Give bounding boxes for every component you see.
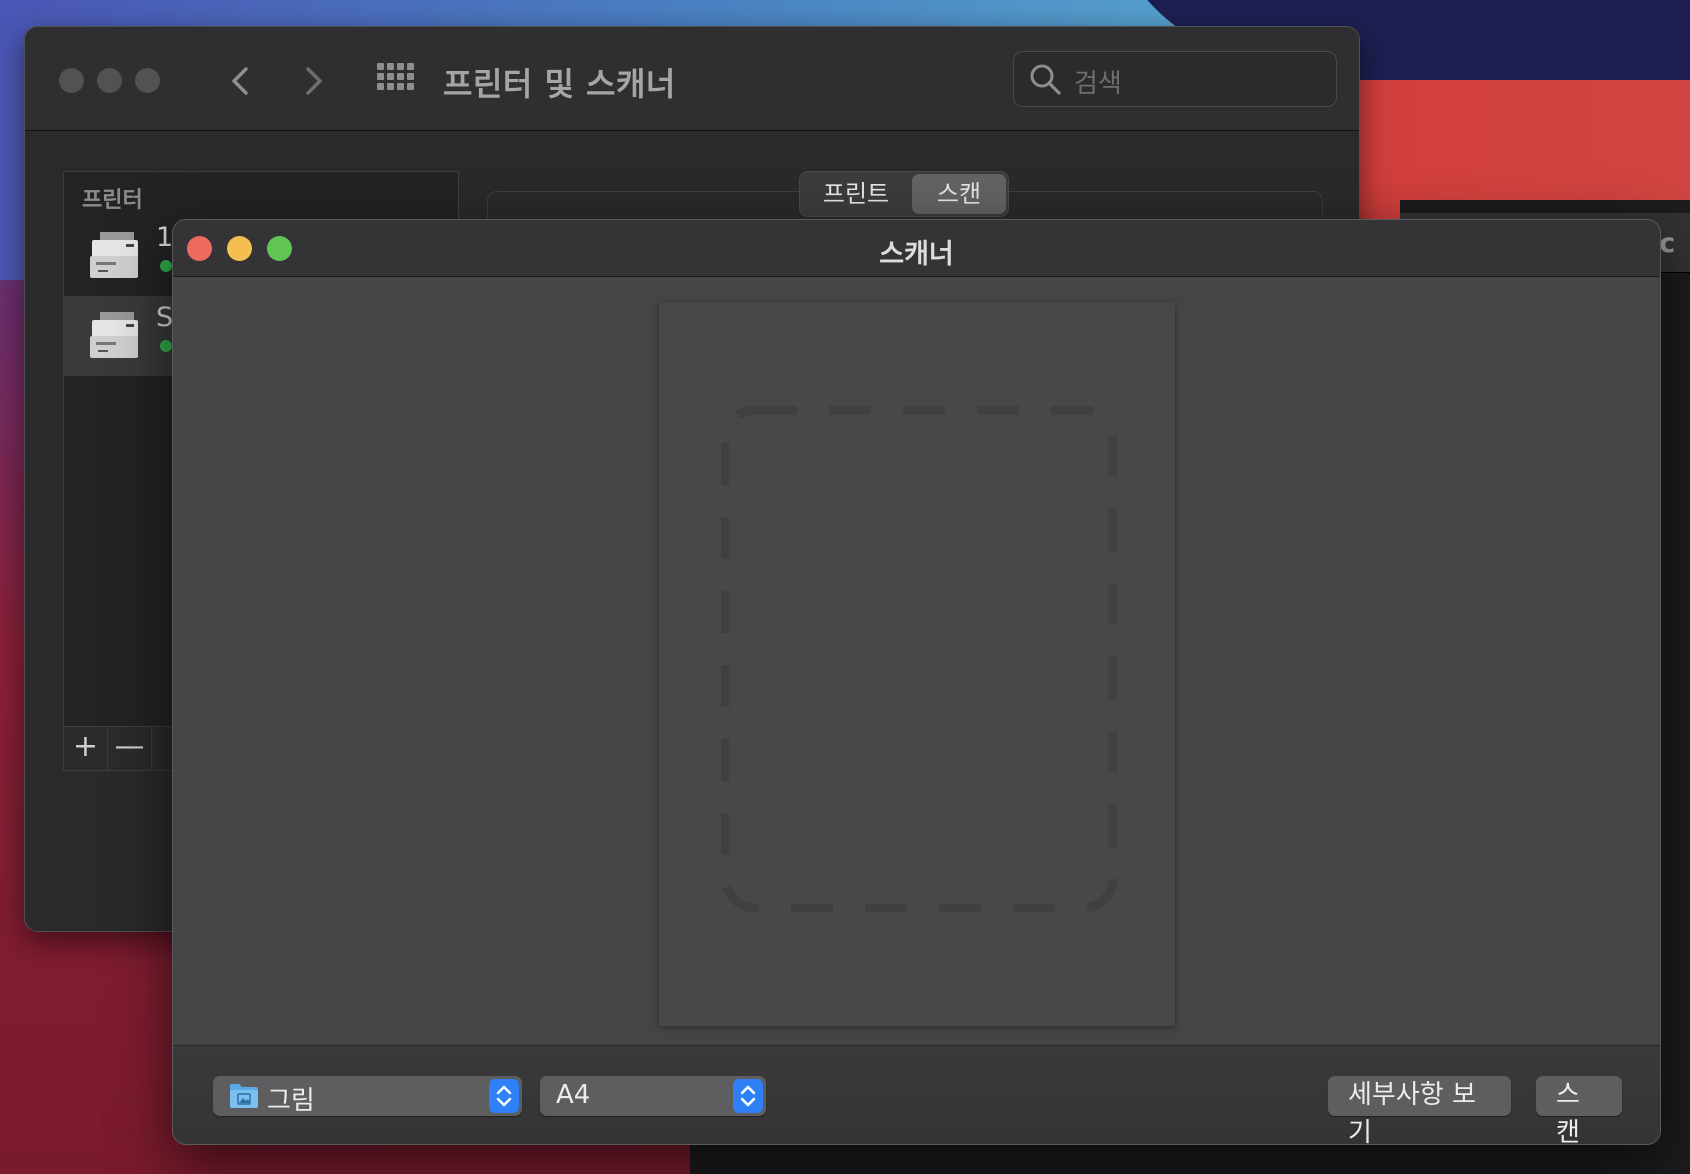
search-icon xyxy=(1028,62,1062,96)
chevron-right-icon[interactable] xyxy=(293,61,333,101)
printer-name: S xyxy=(156,302,174,333)
print-scan-tabs: 프린트 스캔 xyxy=(799,171,1009,217)
show-details-button[interactable]: 세부사항 보기 xyxy=(1328,1076,1511,1144)
scan-preview-area[interactable] xyxy=(659,302,1175,1026)
tab-print[interactable]: 프린트 xyxy=(804,174,908,214)
scanner-window-title: 스캐너 xyxy=(879,239,954,270)
scanner-window: 스캐너 그림 A4 세부사항 보기 스캔 xyxy=(172,219,1661,1145)
scanner-titlebar: 스캐너 xyxy=(173,220,1660,277)
printer-list-header: 프린터 xyxy=(82,188,143,213)
tab-scan[interactable]: 스캔 xyxy=(912,174,1006,214)
folder-icon xyxy=(229,1082,259,1109)
chevron-left-icon[interactable] xyxy=(221,61,261,101)
window-title: 프린터 및 스캐너 xyxy=(443,65,676,103)
scan-button[interactable]: 스캔 xyxy=(1536,1076,1622,1144)
remove-printer-button[interactable]: — xyxy=(108,727,152,770)
search-input[interactable]: 검색 xyxy=(1013,51,1337,107)
close-button-inactive[interactable] xyxy=(59,68,84,93)
printer-status-indicator xyxy=(160,340,172,352)
scanner-bottom-toolbar: 그림 A4 세부사항 보기 스캔 xyxy=(173,1045,1660,1144)
printer-status-indicator xyxy=(160,260,172,272)
zoom-button-inactive[interactable] xyxy=(135,68,160,93)
destination-popup[interactable]: 그림 xyxy=(213,1076,522,1116)
chevron-up-down-icon xyxy=(489,1079,519,1113)
printer-icon xyxy=(86,310,142,360)
minimize-button-inactive[interactable] xyxy=(97,68,122,93)
add-printer-button[interactable]: + xyxy=(64,727,108,770)
search-placeholder: 검색 xyxy=(1074,69,1122,99)
scan-placeholder-frame xyxy=(721,406,1117,912)
paper-size-popup[interactable]: A4 xyxy=(540,1076,766,1116)
printer-icon xyxy=(86,230,142,280)
grid-icon[interactable] xyxy=(377,63,414,99)
destination-label: 그림 xyxy=(267,1086,315,1116)
paper-size-label: A4 xyxy=(556,1080,591,1110)
chevron-up-down-icon xyxy=(733,1079,763,1113)
prefs-toolbar: 프린터 및 스캐너 검색 xyxy=(25,27,1359,131)
